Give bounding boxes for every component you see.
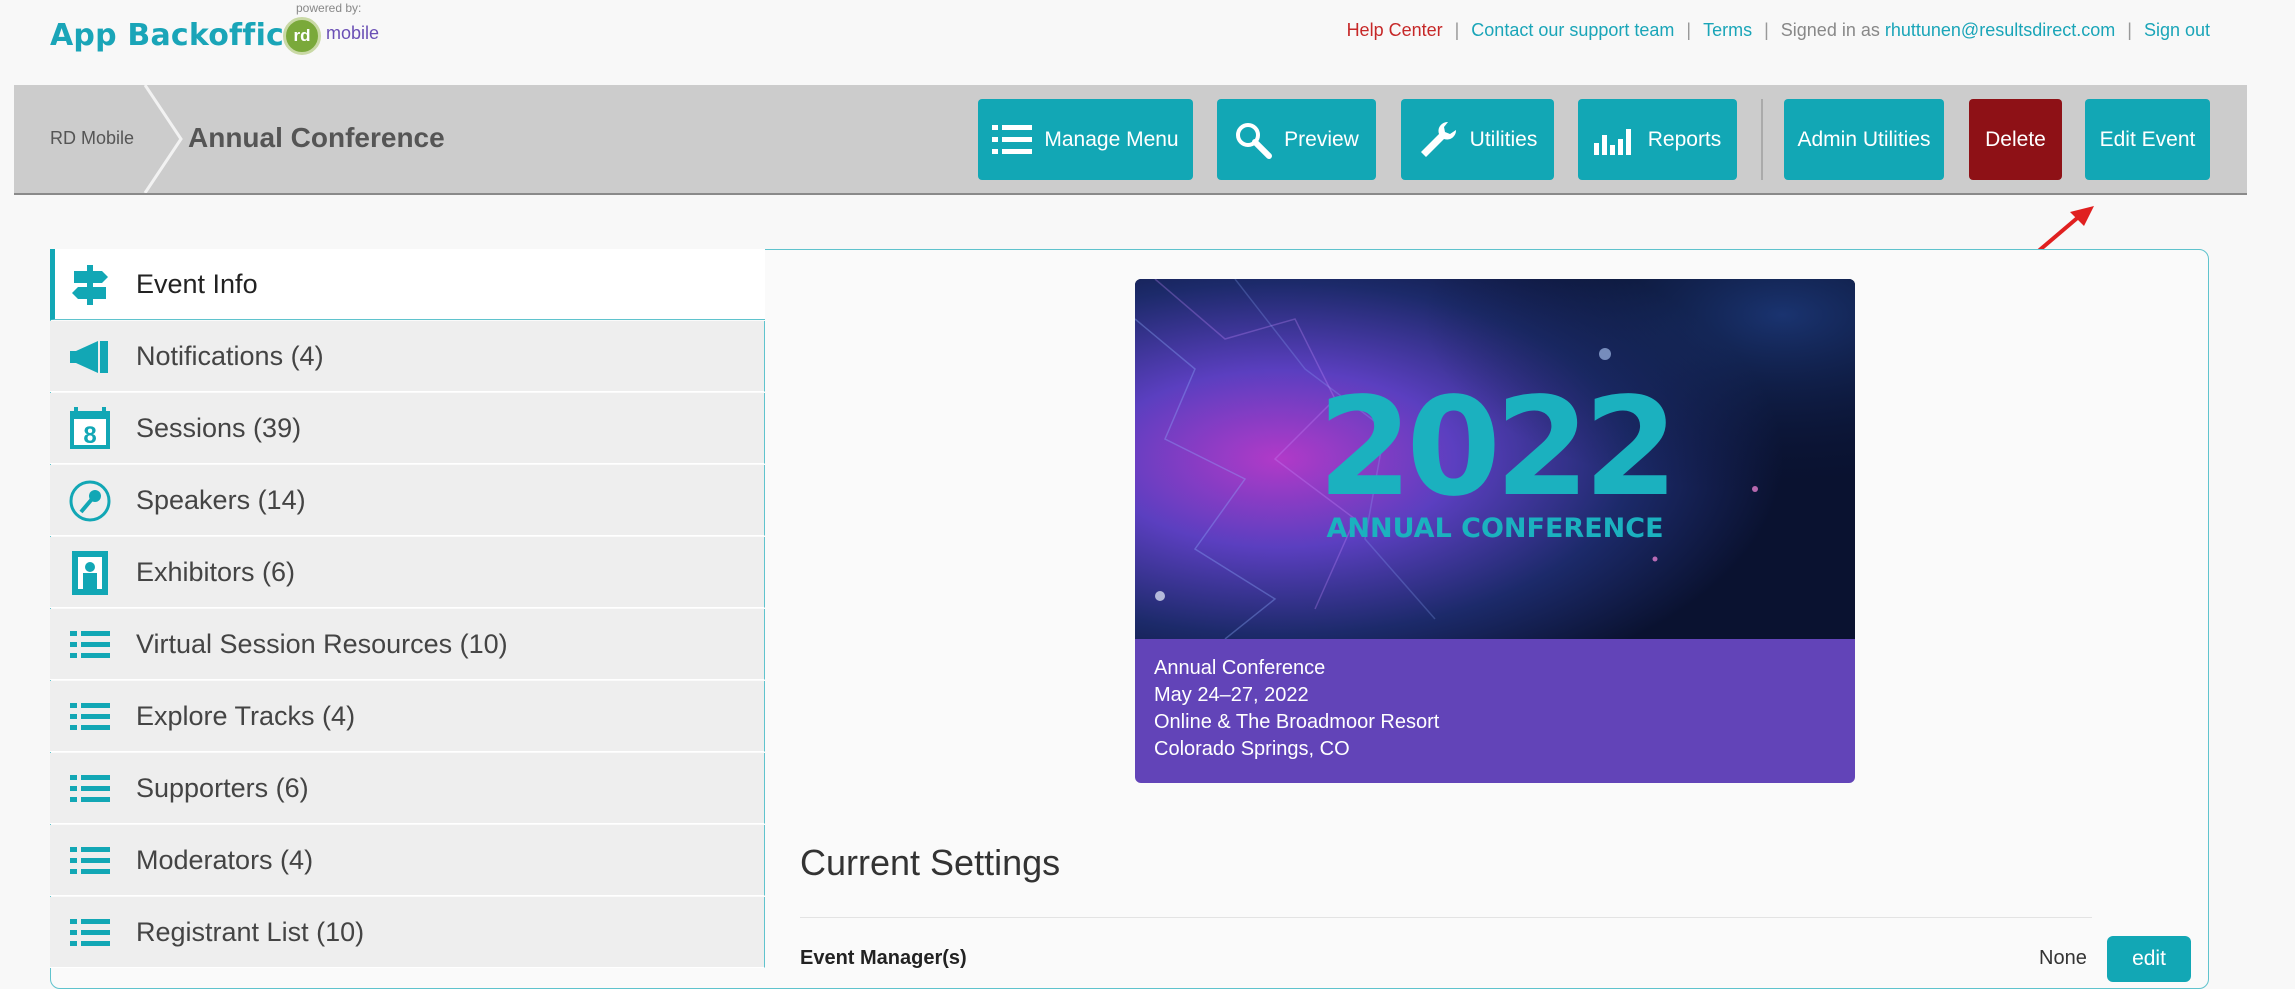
utilities-label: Utilities bbox=[1469, 127, 1538, 151]
current-settings-title: Current Settings bbox=[800, 842, 1061, 883]
list-icon bbox=[70, 703, 110, 730]
svg-text:8: 8 bbox=[83, 422, 96, 449]
sidebar-item-label: Sessions (39) bbox=[136, 412, 302, 443]
event-manager-value: None bbox=[2039, 947, 2087, 969]
banner-year: 2022 bbox=[1318, 369, 1673, 527]
sidebar-item-virtual-session-resources[interactable]: Virtual Session Resources (10) bbox=[50, 609, 765, 680]
event-name: Annual Conference bbox=[1154, 657, 1326, 679]
sidebar-item-notifications[interactable]: Notifications (4) bbox=[50, 321, 765, 392]
sidebar-item-label: Moderators (4) bbox=[136, 844, 314, 875]
sidebar-item-label: Event Info bbox=[136, 268, 258, 299]
search-icon bbox=[1236, 122, 1273, 159]
event-banner-image: 2022 ANNUAL CONFERENCE bbox=[1135, 279, 1855, 639]
bar-chart-icon bbox=[1593, 128, 1631, 155]
powered-by-label: powered by: bbox=[296, 1, 362, 15]
admin-utilities-button[interactable]: Admin Utilities bbox=[1784, 99, 1944, 180]
delete-button[interactable]: Delete bbox=[1969, 99, 2062, 180]
admin-utilities-label: Admin Utilities bbox=[1797, 127, 1931, 151]
sidebar-item-label: Notifications (4) bbox=[136, 340, 324, 371]
sidebar-item-label: Explore Tracks (4) bbox=[136, 700, 356, 731]
event-card-info: Annual Conference May 24–27, 2022 Online… bbox=[1135, 639, 1855, 783]
page-title: Annual Conference bbox=[188, 122, 445, 153]
sidebar-item-explore-tracks[interactable]: Explore Tracks (4) bbox=[50, 681, 765, 752]
sidebar-item-label: Registrant List (10) bbox=[136, 916, 365, 947]
edit-event-label: Edit Event bbox=[2099, 127, 2196, 151]
booth-icon bbox=[72, 551, 108, 595]
reports-button[interactable]: Reports bbox=[1578, 99, 1737, 180]
event-location: Colorado Springs, CO bbox=[1154, 738, 1350, 760]
preview-label: Preview bbox=[1284, 127, 1359, 151]
utilities-button[interactable]: Utilities bbox=[1401, 99, 1554, 180]
calendar-icon: 8 bbox=[70, 407, 110, 449]
manage-menu-button[interactable]: Manage Menu bbox=[978, 99, 1193, 180]
sidebar-item-moderators[interactable]: Moderators (4) bbox=[50, 825, 765, 896]
edit-event-button[interactable]: Edit Event bbox=[2085, 99, 2210, 180]
signed-in-label: Signed in as bbox=[1780, 20, 1880, 40]
reports-label: Reports bbox=[1647, 127, 1722, 151]
list-icon bbox=[992, 124, 1033, 154]
banner-subtitle: ANNUAL CONFERENCE bbox=[1326, 513, 1663, 544]
sidebar-item-event-info[interactable]: Event Info bbox=[50, 249, 765, 320]
sidebar-item-speakers[interactable]: Speakers (14) bbox=[50, 465, 765, 536]
event-manager-label: Event Manager(s) bbox=[800, 947, 967, 969]
list-icon bbox=[70, 919, 110, 946]
microphone-icon bbox=[69, 480, 111, 522]
sidebar-item-label: Speakers (14) bbox=[136, 484, 306, 515]
sidebar-item-label: Virtual Session Resources (10) bbox=[136, 628, 508, 659]
rd-logo-icon: rd bbox=[283, 17, 321, 55]
preview-button[interactable]: Preview bbox=[1217, 99, 1376, 180]
manage-menu-label: Manage Menu bbox=[1044, 127, 1179, 151]
delete-label: Delete bbox=[1985, 127, 2046, 151]
user-email-link[interactable]: rhuttunen@resultsdirect.com bbox=[1885, 20, 2115, 40]
wrench-icon bbox=[1420, 121, 1456, 157]
separator: | bbox=[1454, 20, 1460, 40]
event-dates: May 24–27, 2022 bbox=[1154, 684, 1309, 706]
sidebar-item-label: Supporters (6) bbox=[136, 772, 309, 803]
top-links: Help Center | Contact our support team | Ter… bbox=[1347, 20, 2210, 41]
toolbar-divider bbox=[1761, 99, 1763, 180]
sidebar-item-sessions[interactable]: 8 Sessions (39) bbox=[50, 393, 765, 464]
app-logo[interactable]: App Backoffice bbox=[50, 18, 305, 53]
list-icon bbox=[70, 847, 110, 874]
event-card: 2022 ANNUAL CONFERENCE Annual Conference… bbox=[1135, 279, 1855, 783]
terms-link[interactable]: Terms bbox=[1703, 20, 1752, 40]
sidebar-item-supporters[interactable]: Supporters (6) bbox=[50, 753, 765, 824]
separator: | bbox=[1764, 20, 1769, 40]
edit-event-manager-button[interactable]: edit bbox=[2107, 936, 2191, 982]
breadcrumb-chevron-icon bbox=[143, 85, 183, 193]
divider bbox=[800, 917, 2092, 918]
sidebar-item-label: Exhibitors (6) bbox=[136, 556, 296, 587]
separator: | bbox=[1686, 20, 1692, 40]
separator: | bbox=[2127, 20, 2132, 40]
list-icon bbox=[70, 631, 110, 658]
event-venue: Online & The Broadmoor Resort bbox=[1154, 711, 1440, 733]
breadcrumb-root[interactable]: RD Mobile bbox=[50, 128, 134, 149]
sign-out-link[interactable]: Sign out bbox=[2144, 20, 2210, 40]
help-center-link[interactable]: Help Center bbox=[1347, 20, 1443, 40]
sidebar-item-registrant-list[interactable]: Registrant List (10) bbox=[50, 897, 765, 968]
sidebar-item-exhibitors[interactable]: Exhibitors (6) bbox=[50, 537, 765, 608]
signpost-icon bbox=[72, 265, 108, 305]
list-icon bbox=[70, 775, 110, 802]
rd-mobile-text: mobile bbox=[326, 23, 380, 43]
rd-logo-text: rd bbox=[293, 26, 311, 45]
megaphone-icon bbox=[70, 341, 108, 373]
contact-support-link[interactable]: Contact our support team bbox=[1471, 20, 1674, 40]
